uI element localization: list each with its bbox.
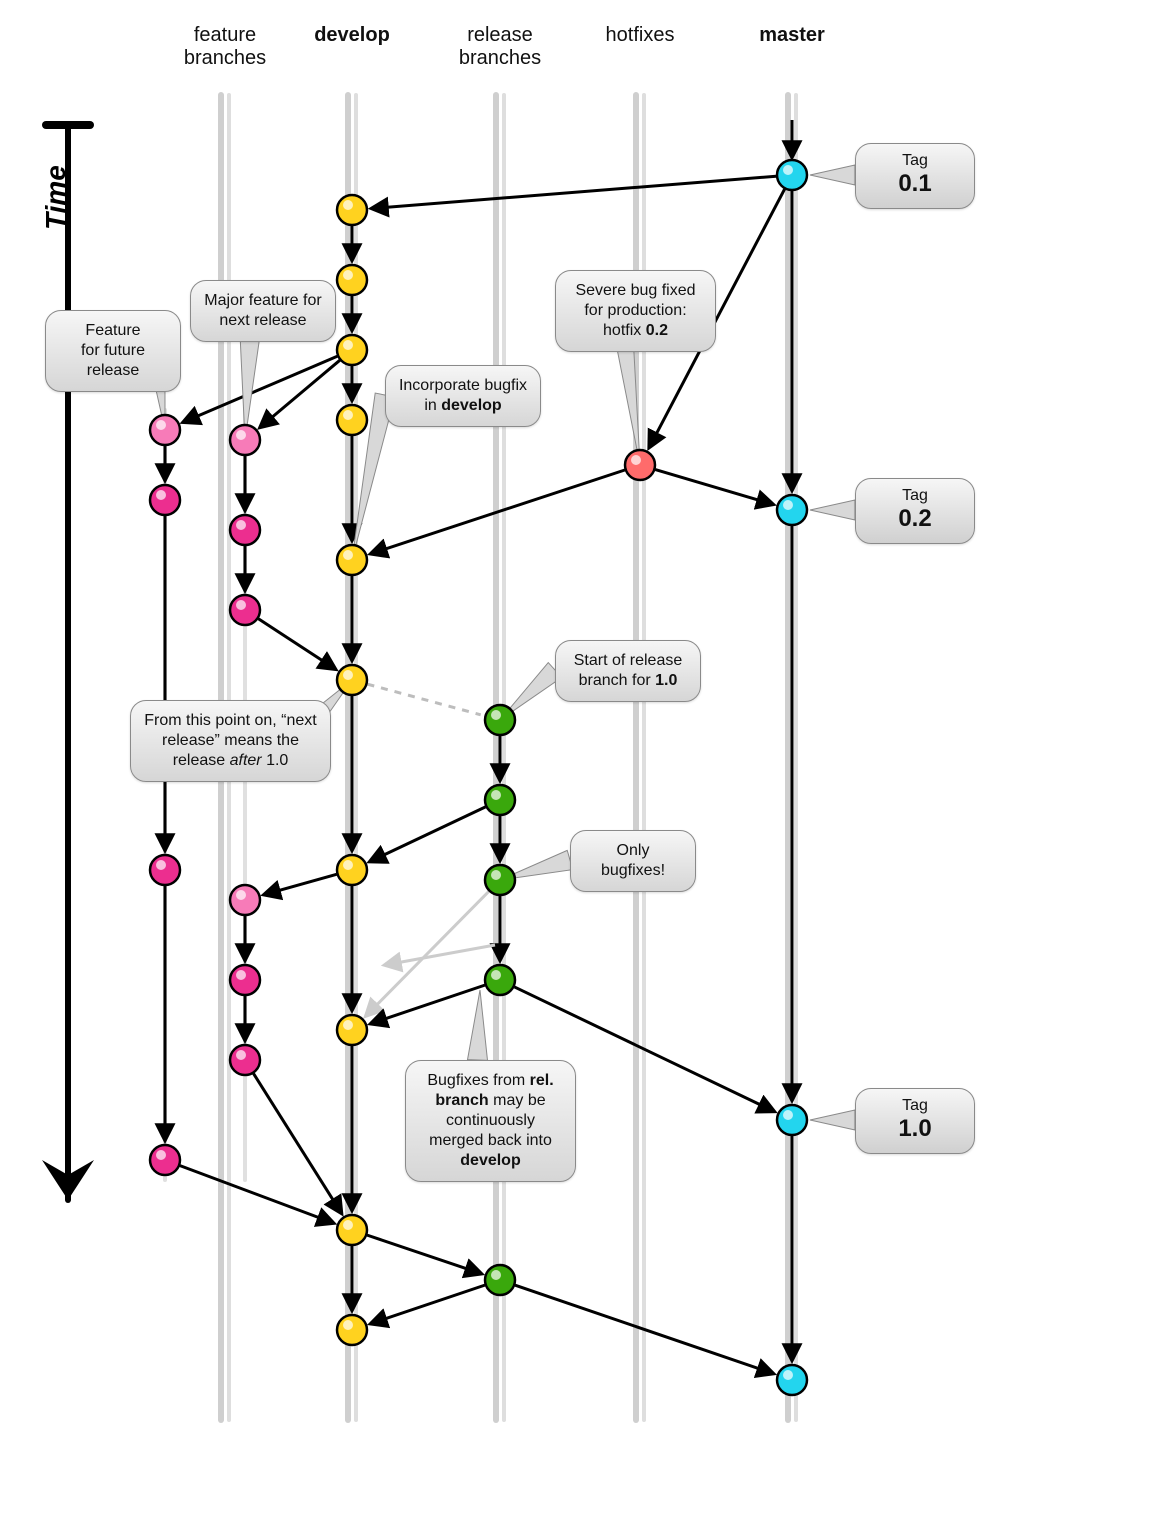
commit-node bbox=[337, 545, 367, 575]
commit-node bbox=[337, 665, 367, 695]
callout-bugfixes_from: Bugfixes from rel. branch may be continu… bbox=[405, 1060, 576, 1182]
callout-incorporate: Incorporate bugfix in develop bbox=[385, 365, 541, 427]
commit-node bbox=[150, 855, 180, 885]
column-header-release: releasebranches bbox=[420, 24, 580, 70]
commit-node bbox=[337, 855, 367, 885]
callout-only_bugfixes: Only bugfixes! bbox=[570, 830, 696, 892]
tag-callout: Tag1.0 bbox=[855, 1088, 975, 1154]
commit-node bbox=[485, 965, 515, 995]
callout-start_release: Start of release branch for 1.0 bbox=[555, 640, 701, 702]
commit-node bbox=[230, 595, 260, 625]
tag-callout: Tag0.2 bbox=[855, 478, 975, 544]
commit-node bbox=[777, 495, 807, 525]
commit-node bbox=[230, 425, 260, 455]
commit-node bbox=[337, 335, 367, 365]
commit-node bbox=[230, 965, 260, 995]
callout-major_feature: Major feature for next release bbox=[190, 280, 336, 342]
commit-node bbox=[337, 405, 367, 435]
commit-node bbox=[150, 485, 180, 515]
commit-node bbox=[230, 1045, 260, 1075]
commit-node bbox=[337, 1215, 367, 1245]
commit-node bbox=[150, 1145, 180, 1175]
commit-node bbox=[485, 1265, 515, 1295]
commit-node bbox=[485, 705, 515, 735]
commit-node bbox=[777, 1365, 807, 1395]
commit-node bbox=[337, 195, 367, 225]
commit-node bbox=[485, 865, 515, 895]
callout-feature_future: Feature for future release bbox=[45, 310, 181, 392]
commit-node bbox=[485, 785, 515, 815]
column-header-hotfix: hotfixes bbox=[560, 24, 720, 47]
commit-node bbox=[777, 1105, 807, 1135]
commit-node bbox=[777, 160, 807, 190]
tag-callout: Tag0.1 bbox=[855, 143, 975, 209]
commit-node bbox=[150, 415, 180, 445]
commit-node bbox=[230, 515, 260, 545]
commit-node bbox=[230, 885, 260, 915]
commit-node bbox=[625, 450, 655, 480]
column-header-develop: develop bbox=[272, 24, 432, 47]
column-header-master: master bbox=[712, 24, 872, 47]
callout-from_this_point: From this point on, “next release” means… bbox=[130, 700, 331, 782]
commit-node bbox=[337, 265, 367, 295]
callout-severe_bug: Severe bug fixed for production: hotfix … bbox=[555, 270, 716, 352]
commit-node bbox=[337, 1015, 367, 1045]
commit-node bbox=[337, 1315, 367, 1345]
